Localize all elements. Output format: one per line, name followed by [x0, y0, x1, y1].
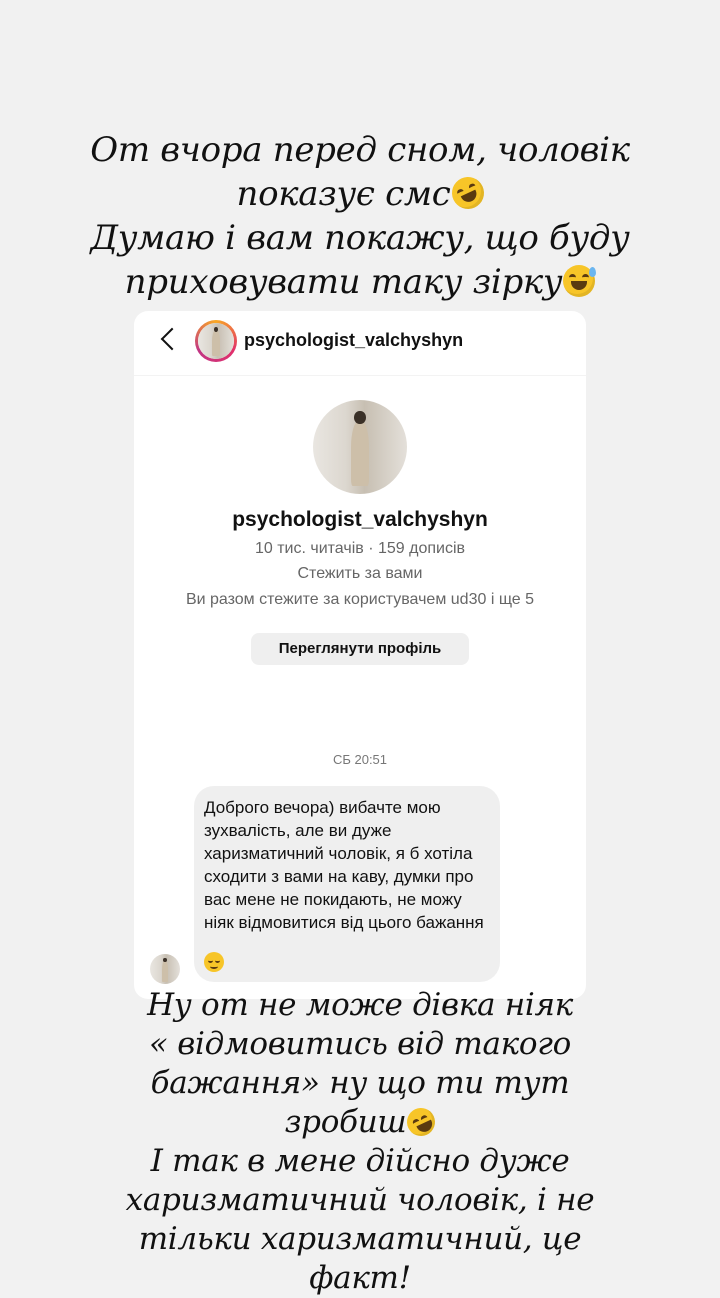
view-profile-button[interactable]: Переглянути профіль — [251, 633, 469, 665]
profile-mutual-followers: Ви разом стежите за користувачем ud30 і … — [185, 591, 535, 608]
caption-line-with-emoji: зробиш — [0, 1103, 720, 1142]
caption-line: тільки харизматичний, це — [138, 1221, 582, 1257]
story-caption-bottom: Ну от не може дівка ніяк « відмовитись в… — [0, 986, 720, 1298]
rolling-laughing-emoji-icon — [446, 171, 489, 215]
story-ring[interactable] — [195, 320, 237, 362]
profile-stats: 10 тис. читачів · 159 дописів — [254, 540, 465, 557]
rolling-laughing-emoji-icon — [402, 1103, 441, 1141]
profile-follows-you: Стежить за вами — [297, 565, 423, 582]
caption-line: Думаю і вам покажу, що буду — [90, 218, 630, 258]
dm-header: psychologist_valchyshyn — [134, 311, 586, 376]
message-text: Доброго вечора) вибачте мою зухвалість, … — [204, 798, 484, 932]
caption-line-text: приховувати таку зірку — [124, 262, 563, 302]
caption-line: От вчора перед сном, чоловік — [90, 130, 630, 170]
header-username[interactable]: psychologist_valchyshyn — [244, 330, 463, 351]
caption-line: « відмовитись від такого — [149, 1026, 571, 1062]
caption-line: харизматичний чоловік, і не — [125, 1182, 595, 1218]
caption-line-text: показує смс — [236, 174, 451, 214]
caption-line-with-emoji: приховувати таку зірку — [0, 260, 720, 304]
back-chevron-icon[interactable] — [160, 327, 184, 351]
caption-line-with-emoji: показує смс — [0, 171, 720, 216]
caption-line: Ну от не може дівка ніяк — [147, 987, 573, 1023]
caption-line: І так в мене дійсно дуже — [150, 1143, 570, 1179]
smiling-face-emoji-icon — [204, 952, 224, 972]
dm-screenshot-card: psychologist_valchyshyn psychologist_val… — [134, 311, 586, 999]
profile-name: psychologist_valchyshyn — [232, 508, 488, 531]
profile-avatar[interactable] — [313, 400, 407, 494]
caption-line: факт! — [309, 1260, 411, 1296]
sender-avatar[interactable] — [150, 954, 180, 984]
grinning-sweat-emoji-icon — [563, 265, 597, 297]
caption-line-text: зробиш — [284, 1104, 407, 1140]
avatar — [198, 323, 234, 359]
caption-line: бажання» ну що ти тут — [150, 1065, 570, 1101]
story-caption-top: От вчора перед сном, чоловік показує смс… — [0, 128, 720, 304]
message-bubble[interactable]: Доброго вечора) вибачте мою зухвалість, … — [194, 786, 500, 982]
message-timestamp: СБ 20:51 — [332, 752, 388, 767]
